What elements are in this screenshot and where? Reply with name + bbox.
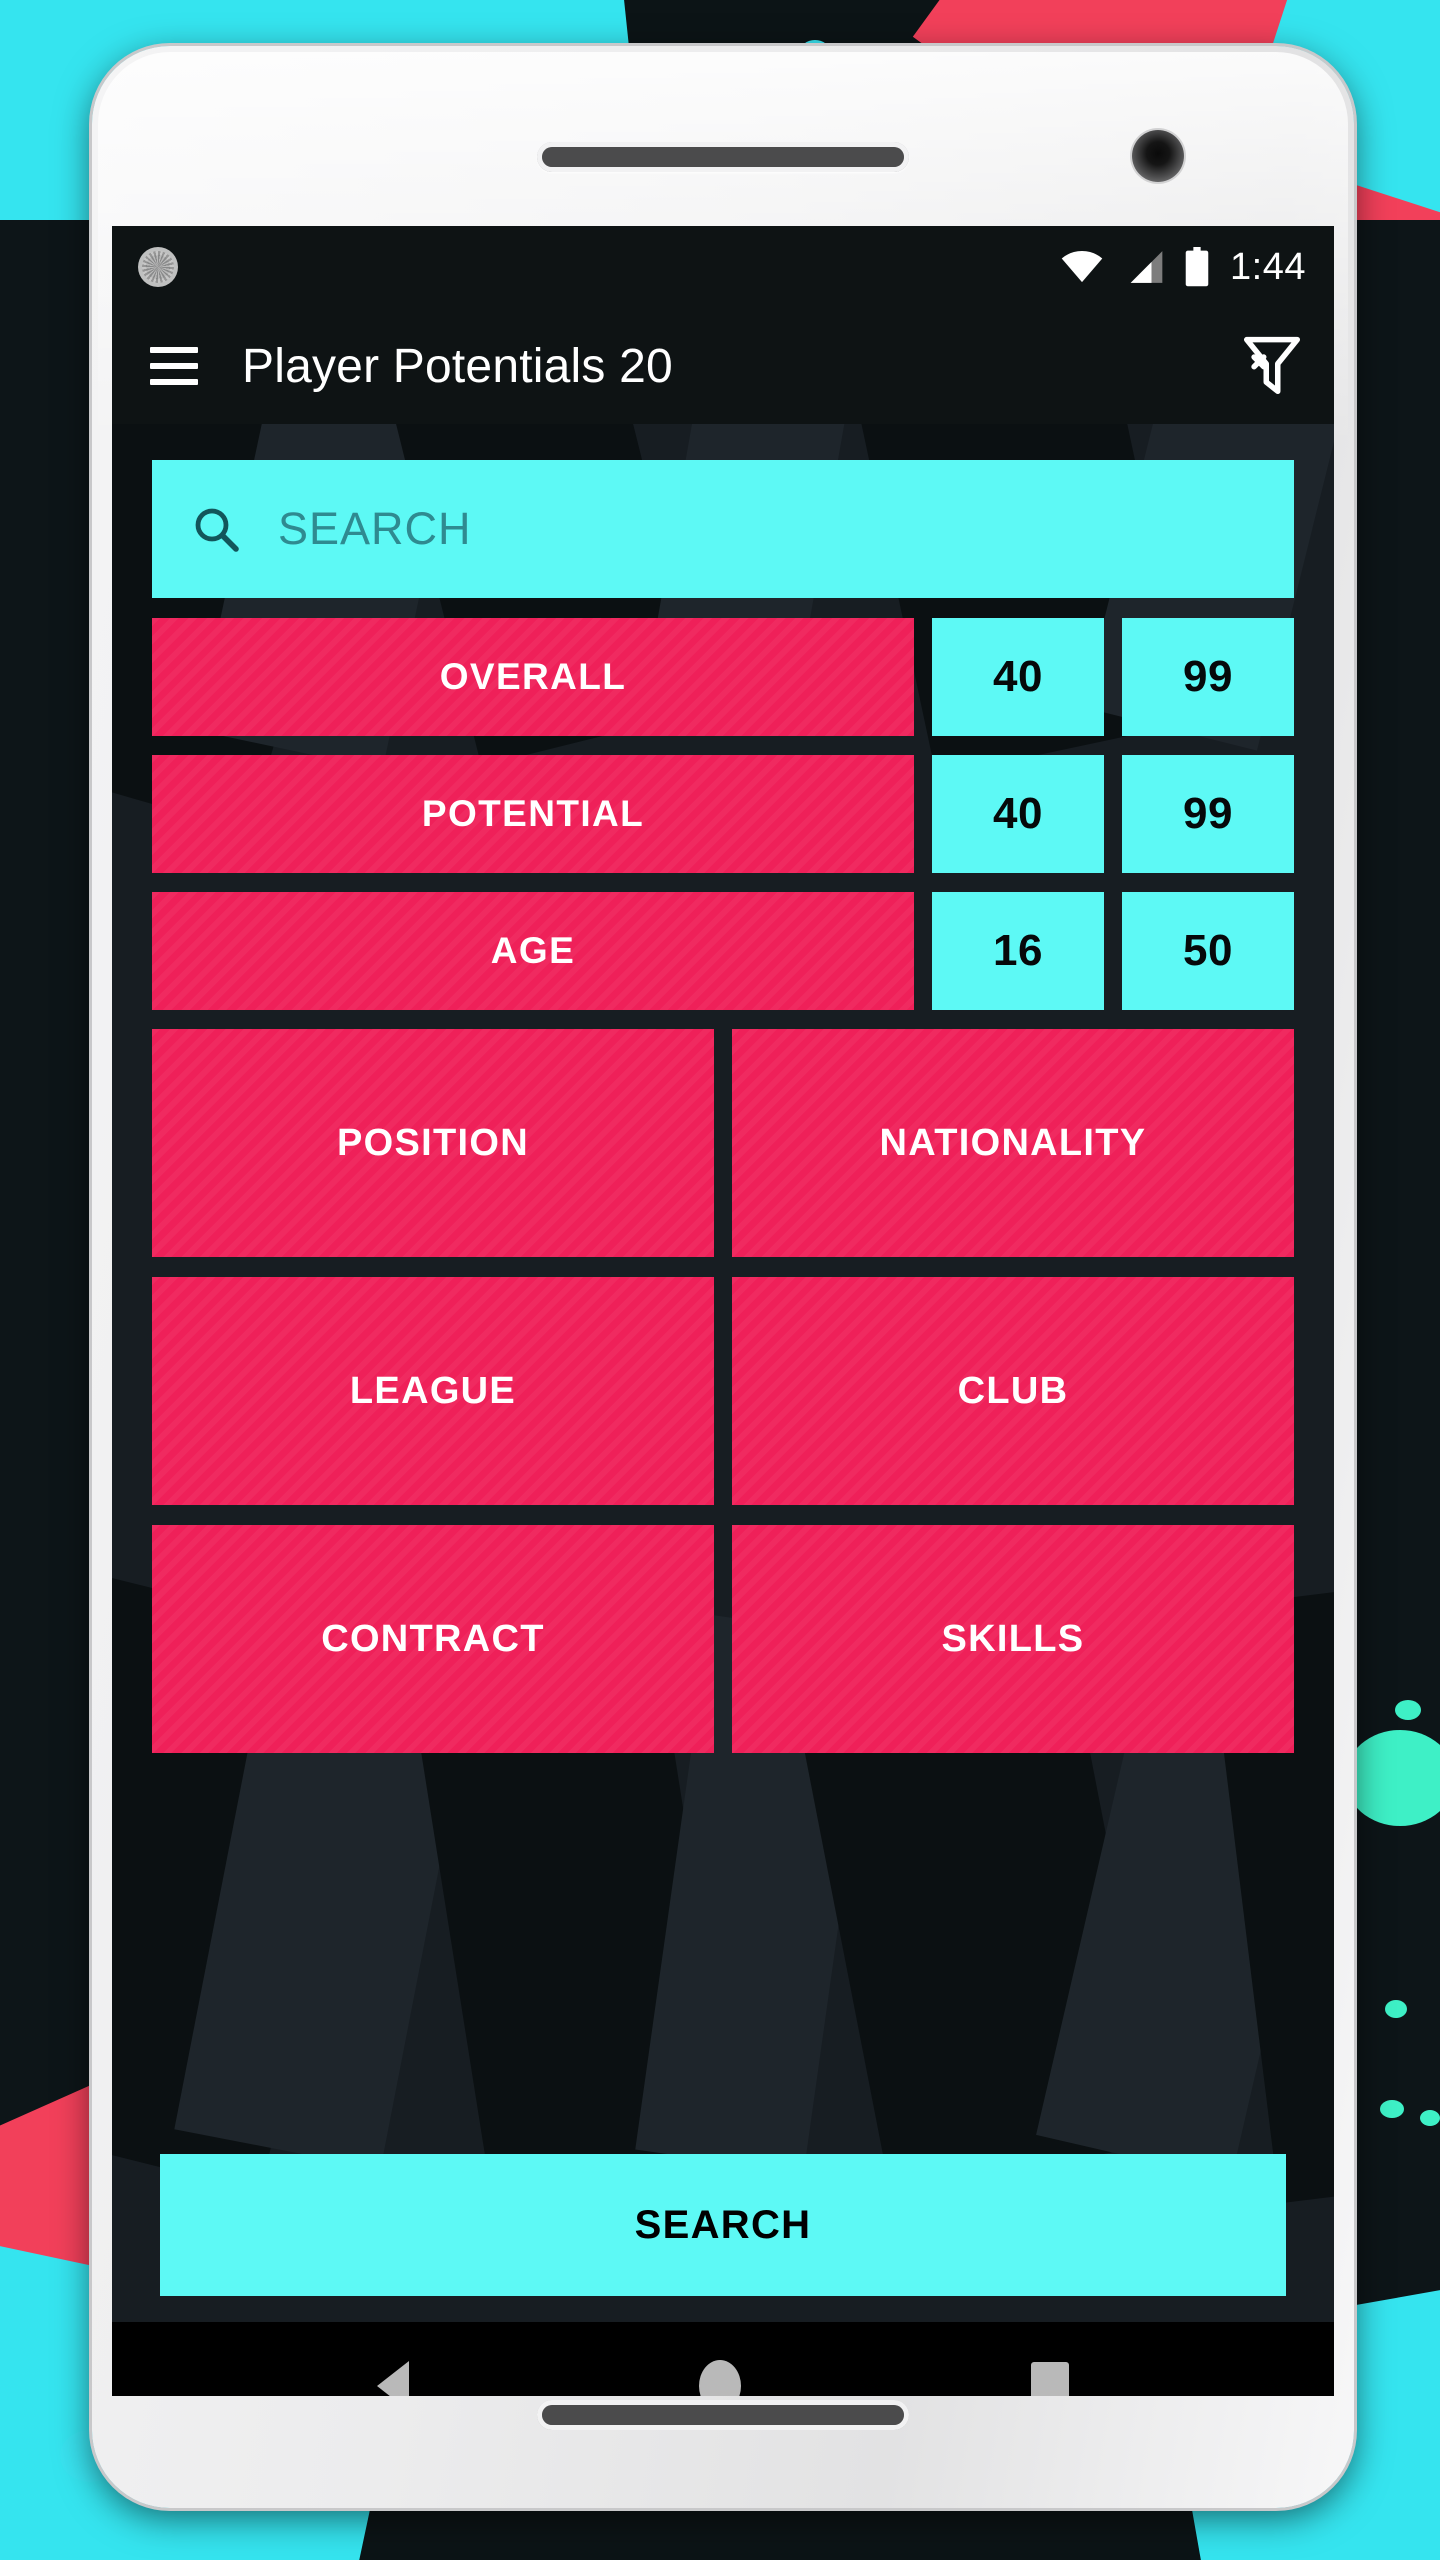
status-bar-clock: 1:44 xyxy=(1230,246,1306,288)
range-max-potential[interactable]: 99 xyxy=(1122,755,1294,873)
wallpaper-background: 1:44 Player Potentials 20 SEARCH OVERALL… xyxy=(0,0,1440,2560)
main-content: SEARCH OVERALL 40 99 POTENTIAL 40 99 AGE… xyxy=(112,424,1334,2322)
wifi-icon xyxy=(1061,251,1103,283)
search-button-container: SEARCH xyxy=(112,2154,1334,2296)
nav-recents-icon[interactable] xyxy=(1031,2362,1069,2396)
filters-panel: SEARCH OVERALL 40 99 POTENTIAL 40 99 AGE… xyxy=(112,424,1334,1753)
search-placeholder: SEARCH xyxy=(278,503,472,554)
hamburger-menu-icon[interactable] xyxy=(150,347,198,385)
range-row-potential: POTENTIAL 40 99 xyxy=(152,755,1294,873)
filter-button-club[interactable]: CLUB xyxy=(732,1277,1294,1505)
nav-back-icon[interactable] xyxy=(377,2361,409,2396)
front-camera xyxy=(1132,130,1184,182)
range-row-age: AGE 16 50 xyxy=(152,892,1294,1010)
status-bar: 1:44 xyxy=(112,226,1334,308)
phone-screen: 1:44 Player Potentials 20 SEARCH OVERALL… xyxy=(112,226,1334,2396)
wallpaper-speck xyxy=(1420,2110,1440,2126)
app-bar: Player Potentials 20 xyxy=(112,308,1334,424)
filter-button-skills[interactable]: SKILLS xyxy=(732,1525,1294,1753)
search-input[interactable]: SEARCH xyxy=(152,460,1294,598)
nav-home-icon[interactable] xyxy=(699,2360,741,2396)
range-label-potential[interactable]: POTENTIAL xyxy=(152,755,914,873)
filter-button-grid: POSITION NATIONALITY LEAGUE CLUB CONTRAC… xyxy=(152,1029,1294,1753)
filter-button-position[interactable]: POSITION xyxy=(152,1029,714,1257)
range-max-overall[interactable]: 99 xyxy=(1122,618,1294,736)
earpiece-speaker xyxy=(537,142,909,172)
cellular-signal-icon xyxy=(1130,251,1163,283)
wallpaper-speck xyxy=(1385,2000,1407,2018)
range-min-age[interactable]: 16 xyxy=(932,892,1104,1010)
search-submit-button[interactable]: SEARCH xyxy=(160,2154,1286,2296)
status-bar-icons: 1:44 xyxy=(1060,247,1306,287)
filter-button-league[interactable]: LEAGUE xyxy=(152,1277,714,1505)
page-title: Player Potentials 20 xyxy=(242,339,673,393)
filter-button-contract[interactable]: CONTRACT xyxy=(152,1525,714,1753)
range-min-potential[interactable]: 40 xyxy=(932,755,1104,873)
bottom-speaker xyxy=(537,2400,909,2430)
wallpaper-speck xyxy=(1380,2100,1404,2118)
range-label-age[interactable]: AGE xyxy=(152,892,914,1010)
clear-filter-icon[interactable] xyxy=(1242,335,1302,397)
search-icon xyxy=(195,508,239,552)
range-label-overall[interactable]: OVERALL xyxy=(152,618,914,736)
range-max-age[interactable]: 50 xyxy=(1122,892,1294,1010)
filter-button-nationality[interactable]: NATIONALITY xyxy=(732,1029,1294,1257)
range-min-overall[interactable]: 40 xyxy=(932,618,1104,736)
phone-device-frame: 1:44 Player Potentials 20 SEARCH OVERALL… xyxy=(92,46,1354,2508)
android-navigation-bar xyxy=(112,2322,1334,2396)
sync-indicator-icon xyxy=(138,247,178,287)
wallpaper-speck xyxy=(1395,1700,1421,1720)
battery-full-icon xyxy=(1185,247,1209,287)
range-row-overall: OVERALL 40 99 xyxy=(152,618,1294,736)
